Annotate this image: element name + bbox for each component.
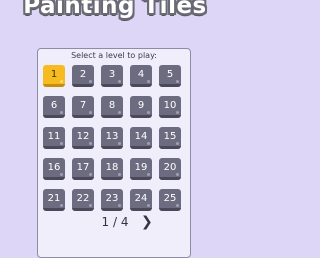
level-number: 13 xyxy=(105,131,119,142)
level-tile-22[interactable]: 22 xyxy=(72,189,94,211)
tile-corner-dot xyxy=(176,111,179,114)
chevron-right-icon[interactable]: ❯ xyxy=(141,215,153,229)
level-tile-11[interactable]: 11 xyxy=(43,127,65,149)
tile-corner-dot xyxy=(176,142,179,145)
tile-corner-dot xyxy=(147,142,150,145)
level-number: 7 xyxy=(79,100,87,111)
level-number: 20 xyxy=(163,162,177,173)
level-number: 9 xyxy=(137,100,145,111)
level-number: 8 xyxy=(108,100,116,111)
level-number: 3 xyxy=(108,69,116,80)
tile-corner-dot xyxy=(176,80,179,83)
tile-corner-dot xyxy=(147,111,150,114)
level-number: 12 xyxy=(76,131,90,142)
level-tile-20[interactable]: 20 xyxy=(159,158,181,180)
game-title: Painting Tiles xyxy=(23,0,207,19)
tile-corner-dot xyxy=(89,111,92,114)
level-select-prompt: Select a level to play: xyxy=(71,51,157,60)
tile-corner-dot xyxy=(176,173,179,176)
level-grid: 1 2 3 4 5 6 7 8 9 10 11 12 13 14 15 16 17 18 19 20 21 22 23 24 2… xyxy=(43,65,188,211)
level-number: 25 xyxy=(163,193,177,204)
tile-corner-dot xyxy=(176,204,179,207)
level-tile-13[interactable]: 13 xyxy=(101,127,123,149)
level-tile-12[interactable]: 12 xyxy=(72,127,94,149)
level-tile-15[interactable]: 15 xyxy=(159,127,181,149)
level-number: 21 xyxy=(47,193,61,204)
level-tile-2[interactable]: 2 xyxy=(72,65,94,87)
tile-corner-dot xyxy=(60,80,63,83)
tile-corner-dot xyxy=(118,80,121,83)
level-number: 18 xyxy=(105,162,119,173)
tile-corner-dot xyxy=(147,80,150,83)
level-tile-7[interactable]: 7 xyxy=(72,96,94,118)
tile-corner-dot xyxy=(89,80,92,83)
level-tile-3[interactable]: 3 xyxy=(101,65,123,87)
level-number: 14 xyxy=(134,131,148,142)
tile-corner-dot xyxy=(147,204,150,207)
level-number: 19 xyxy=(134,162,148,173)
tile-corner-dot xyxy=(118,173,121,176)
level-tile-6[interactable]: 6 xyxy=(43,96,65,118)
level-tile-9[interactable]: 9 xyxy=(130,96,152,118)
level-tile-25[interactable]: 25 xyxy=(159,189,181,211)
level-number: 16 xyxy=(47,162,61,173)
tile-corner-dot xyxy=(118,142,121,145)
tile-corner-dot xyxy=(147,173,150,176)
level-number: 1 xyxy=(50,69,58,80)
tile-corner-dot xyxy=(89,204,92,207)
tile-corner-dot xyxy=(60,111,63,114)
level-number: 15 xyxy=(163,131,177,142)
tile-corner-dot xyxy=(89,142,92,145)
tile-corner-dot xyxy=(89,173,92,176)
level-number: 5 xyxy=(166,69,174,80)
level-tile-10[interactable]: 10 xyxy=(159,96,181,118)
tile-corner-dot xyxy=(118,111,121,114)
level-number: 11 xyxy=(47,131,61,142)
level-tile-23[interactable]: 23 xyxy=(101,189,123,211)
page-indicator: 1 / 4 xyxy=(101,215,129,229)
tile-corner-dot xyxy=(60,204,63,207)
level-tile-8[interactable]: 8 xyxy=(101,96,123,118)
level-tile-18[interactable]: 18 xyxy=(101,158,123,180)
level-tile-14[interactable]: 14 xyxy=(130,127,152,149)
level-tile-19[interactable]: 19 xyxy=(130,158,152,180)
level-tile-1[interactable]: 1 xyxy=(43,65,65,87)
level-number: 10 xyxy=(163,100,177,111)
level-number: 23 xyxy=(105,193,119,204)
level-tile-24[interactable]: 24 xyxy=(130,189,152,211)
level-tile-4[interactable]: 4 xyxy=(130,65,152,87)
level-tile-21[interactable]: 21 xyxy=(43,189,65,211)
level-number: 24 xyxy=(134,193,148,204)
level-tile-5[interactable]: 5 xyxy=(159,65,181,87)
level-tile-17[interactable]: 17 xyxy=(72,158,94,180)
level-number: 4 xyxy=(137,69,145,80)
level-number: 2 xyxy=(79,69,87,80)
tile-corner-dot xyxy=(60,142,63,145)
tile-corner-dot xyxy=(60,173,63,176)
level-tile-16[interactable]: 16 xyxy=(43,158,65,180)
level-number: 17 xyxy=(76,162,90,173)
level-number: 22 xyxy=(76,193,90,204)
level-number: 6 xyxy=(50,100,58,111)
tile-corner-dot xyxy=(118,204,121,207)
